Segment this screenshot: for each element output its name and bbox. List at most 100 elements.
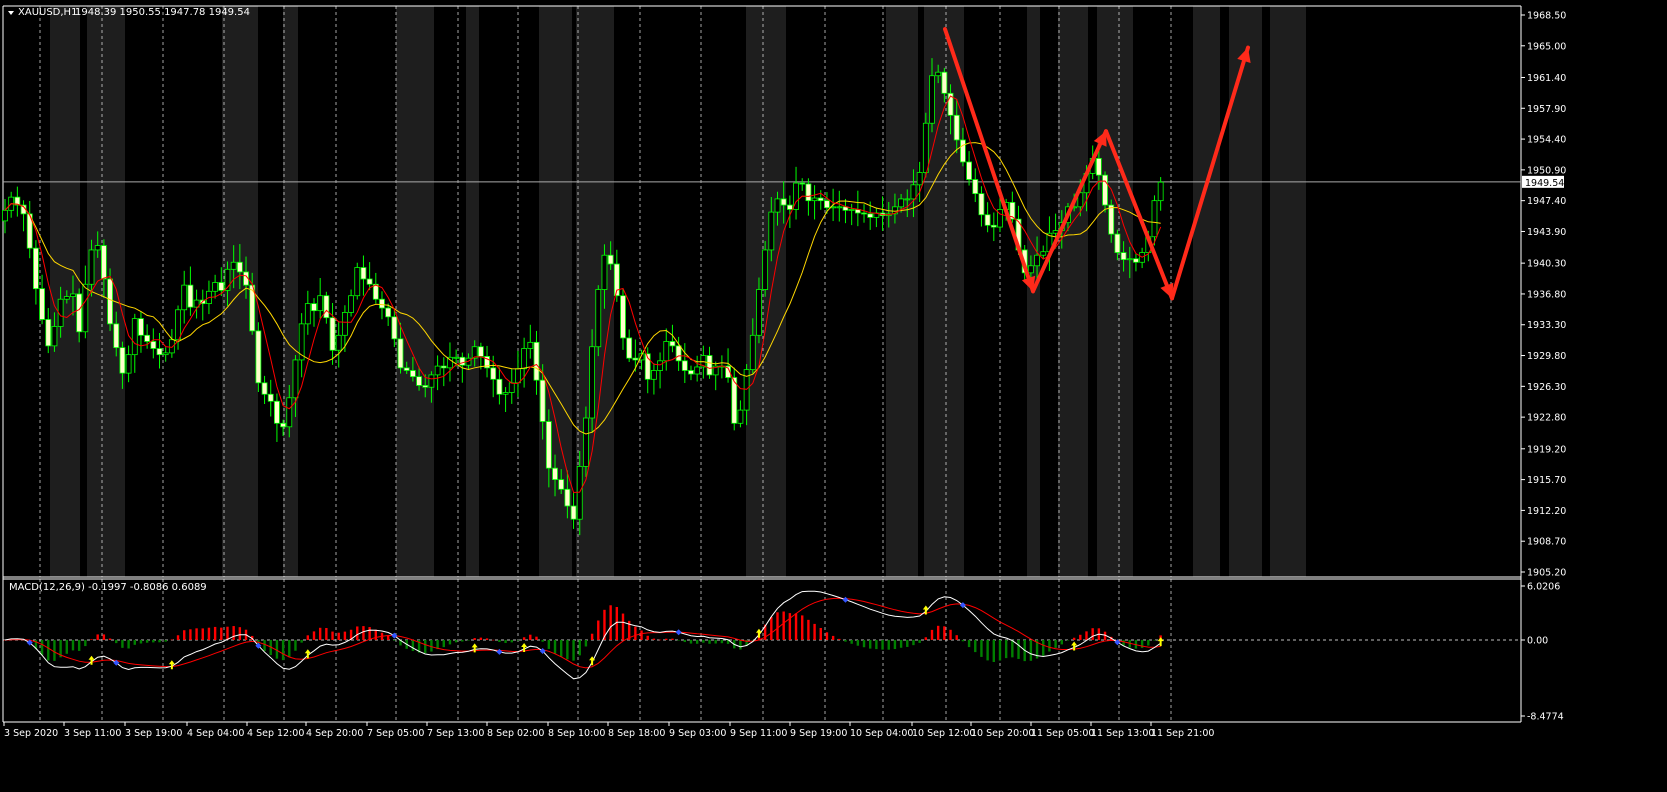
candle-body — [675, 345, 682, 362]
candle-body — [88, 249, 95, 285]
candle-body — [651, 370, 657, 380]
candle-body — [953, 114, 960, 141]
macd-hist-bar — [238, 627, 242, 640]
candle-body — [76, 293, 83, 333]
macd-hist-bar — [535, 636, 538, 640]
candle-body — [107, 278, 113, 325]
session-shade — [1058, 6, 1088, 577]
macd-hist-bar — [671, 638, 674, 640]
candle-body — [1034, 254, 1040, 267]
price-tick-label: 1912.20 — [1527, 506, 1566, 517]
macd-hist-bar — [807, 619, 810, 640]
macd-hist-bar — [677, 639, 680, 641]
candle-body — [440, 365, 447, 369]
session-shade — [886, 6, 918, 577]
time-tick-label: 7 Sep 13:00 — [427, 728, 484, 739]
candle-body — [1027, 265, 1034, 274]
candle-body — [681, 360, 688, 371]
macd-hist-bar — [1140, 639, 1144, 648]
macd-hist-bar — [702, 639, 705, 643]
macd-hist-bar — [560, 639, 563, 657]
macd-tick-label: -8.4774 — [1527, 712, 1564, 723]
macd-hist-bar — [658, 639, 662, 641]
session-shade — [746, 6, 786, 577]
candle-body — [82, 283, 89, 333]
candle-body — [409, 370, 416, 378]
macd-hist-bar — [77, 639, 81, 651]
candle-body — [255, 330, 262, 384]
macd-hist-bar — [547, 639, 551, 649]
candle-body — [960, 139, 966, 163]
macd-hist-bar — [318, 627, 322, 640]
macd-hist-bar — [121, 639, 124, 648]
macd-hist-bar — [1147, 639, 1150, 646]
candle-body — [861, 212, 867, 215]
macd-hist-bar — [53, 639, 56, 661]
macd-hist-bar — [485, 638, 489, 640]
macd-hist-bar — [856, 639, 860, 646]
time-tick-label: 4 Sep 12:00 — [247, 728, 304, 739]
candle-body — [403, 367, 410, 371]
session-shade — [50, 6, 80, 577]
candle-body — [1102, 174, 1108, 206]
macd-hist-bar — [65, 639, 68, 654]
macd-hist-bar — [281, 639, 285, 661]
macd-hist-bar — [869, 639, 872, 649]
macd-hist-bar — [467, 639, 470, 641]
macd-hist-bar — [646, 635, 649, 640]
macd-hist-bar — [393, 639, 396, 641]
price-tick-label: 1968.50 — [1527, 11, 1566, 22]
macd-hist-bar — [504, 639, 507, 643]
macd-hist-bar — [930, 629, 934, 640]
macd-hist-bar — [720, 639, 724, 644]
macd-hist-bar — [683, 639, 686, 643]
time-tick-label: 4 Sep 20:00 — [306, 728, 363, 739]
candle-body — [737, 409, 744, 424]
macd-hist-bar — [955, 635, 958, 640]
candle-body — [836, 206, 843, 209]
candle-body — [984, 214, 991, 226]
candle-body — [335, 334, 342, 351]
candle-body — [354, 267, 361, 297]
macd-hist-bar — [195, 628, 198, 640]
macd-hist-bar — [912, 639, 915, 646]
candle-body — [261, 382, 268, 395]
macd-hist-bar — [158, 639, 161, 643]
macd-hist-bar — [306, 635, 310, 640]
candle-body — [144, 334, 151, 342]
candle-body — [558, 479, 565, 490]
macd-hist-bar — [578, 639, 581, 656]
macd-hist-bar — [448, 639, 452, 645]
candle-body — [1151, 200, 1158, 238]
price-tick-label: 1919.20 — [1527, 444, 1566, 455]
candle-body — [274, 400, 280, 424]
candle-body — [286, 397, 293, 428]
macd-hist-bar — [1072, 637, 1076, 640]
macd-hist-bar — [838, 638, 841, 640]
macd-hist-bar — [887, 639, 890, 650]
macd-hist-bar — [819, 627, 822, 640]
macd-hist-bar — [782, 611, 785, 640]
candle-body — [669, 341, 676, 347]
macd-hist-bar — [770, 617, 773, 640]
macd-hist-bar — [924, 637, 928, 640]
symbol-label: XAUUSD,H1 — [18, 7, 77, 18]
macd-hist-bar — [430, 639, 433, 652]
macd-hist-bar — [980, 639, 983, 657]
candle-body — [490, 367, 497, 380]
candle-body — [63, 296, 70, 300]
macd-tick-label: 0.00 — [1527, 635, 1548, 646]
price-tick-label: 1922.80 — [1527, 413, 1566, 424]
candle-body — [799, 182, 806, 185]
macd-hist-bar — [739, 639, 742, 650]
candle-body — [527, 341, 534, 349]
time-tick-label: 10 Sep 04:00 — [850, 728, 913, 739]
candle-body — [2, 209, 8, 222]
candle-body — [212, 282, 219, 292]
session-shade — [1270, 6, 1306, 577]
macd-hist-bar — [1048, 639, 1051, 652]
candle-body — [317, 295, 324, 312]
candle-body — [428, 374, 435, 388]
candle-body — [1157, 181, 1164, 202]
time-tick-label: 10 Sep 20:00 — [971, 728, 1034, 739]
